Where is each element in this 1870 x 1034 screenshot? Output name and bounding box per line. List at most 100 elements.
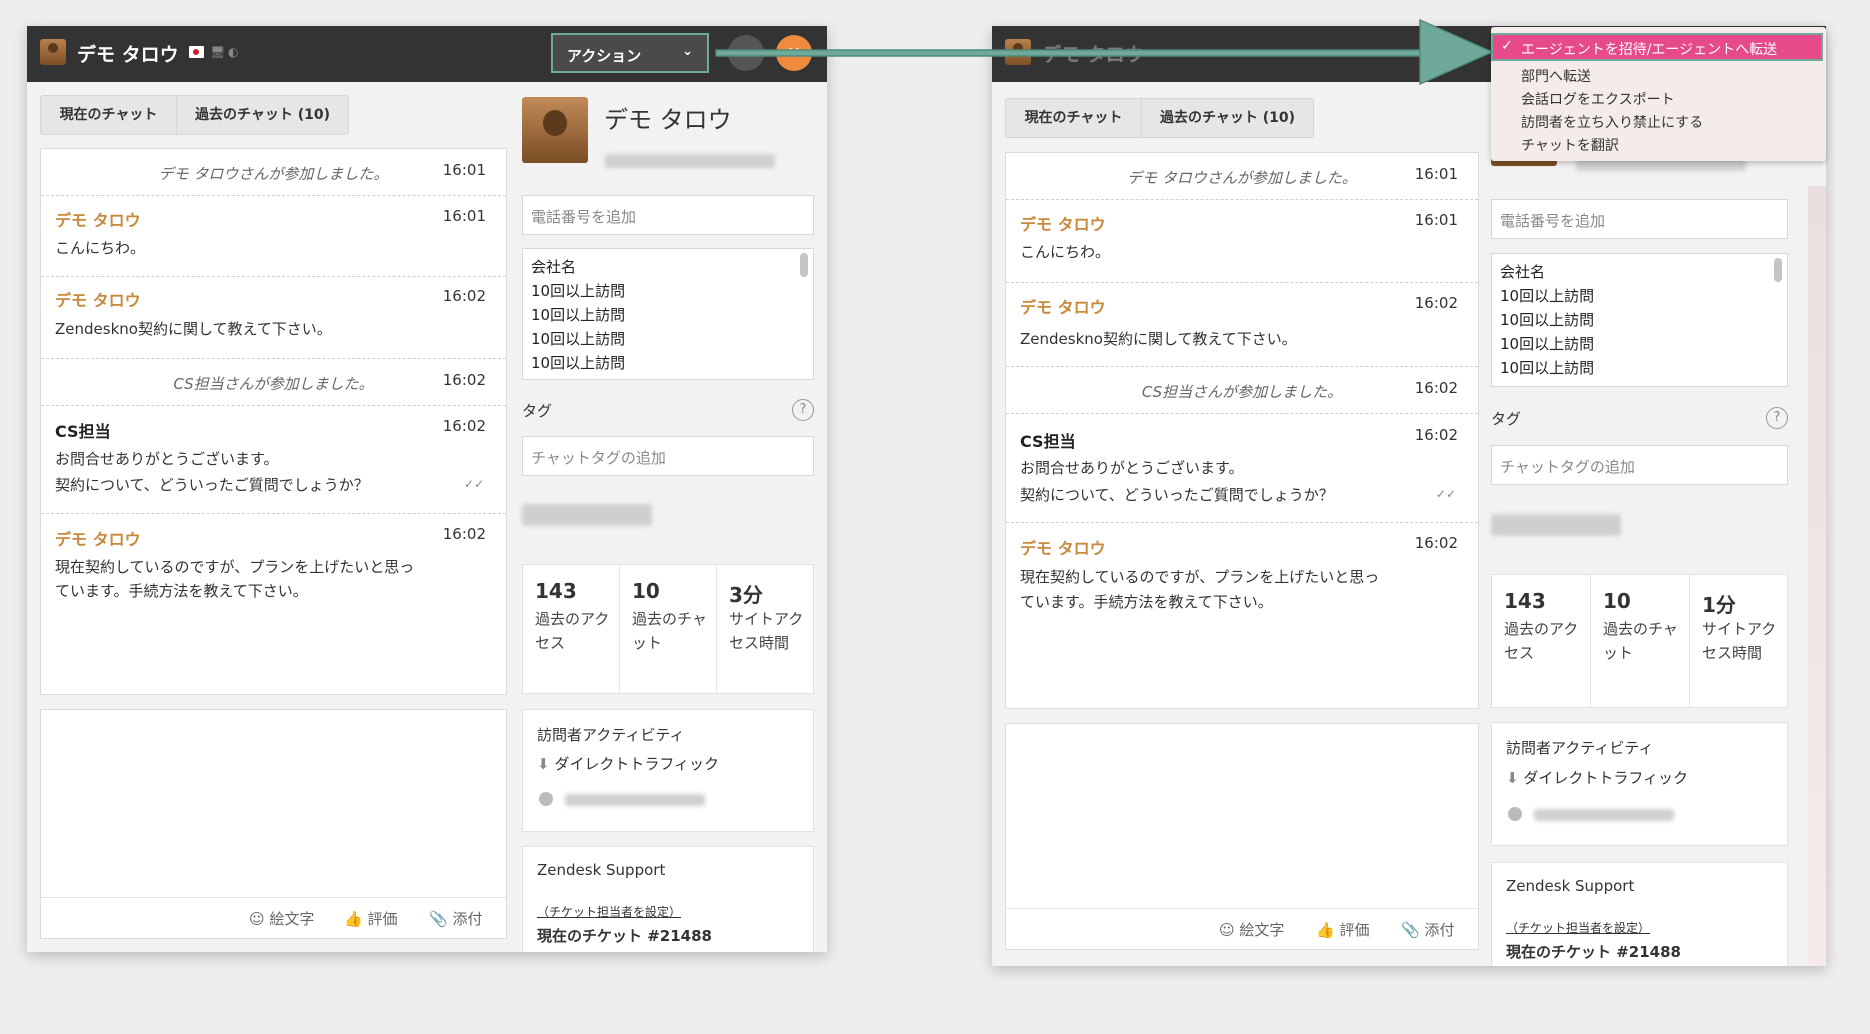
phone-field[interactable]: 電話番号を追加 <box>1491 199 1788 239</box>
paperclip-icon: 📎 <box>1401 921 1420 939</box>
attach-button[interactable]: 📎 添付 <box>1401 919 1454 940</box>
tab-current-chat[interactable]: 現在のチャット <box>1006 99 1142 137</box>
assign-link[interactable]: （チケット担当者を設定） <box>1506 919 1650 936</box>
menu-item-export-log[interactable]: 会話ログをエクスポート <box>1521 89 1675 109</box>
zendesk-panel: Zendesk Support （チケット担当者を設定） 現在のチケット #21… <box>522 846 814 952</box>
arrow-down-icon: ⬇ <box>1506 769 1519 787</box>
visitor-notes[interactable]: 会社名 10回以上訪問 10回以上訪問 10回以上訪問 10回以上訪問 <box>522 248 814 380</box>
chat-transcript: デモ タロウさんが参加しました。 16:01 デモ タロウ 16:01 こんにち… <box>1005 152 1479 709</box>
tag-field[interactable]: チャットタグの追加 <box>1491 445 1788 485</box>
tab-current-chat[interactable]: 現在のチャット <box>41 96 177 134</box>
message-input[interactable]: ☺ 絵文字 👍 評価 📎 添付 <box>40 709 507 939</box>
menu-item-transfer-department[interactable]: 部門へ転送 <box>1521 66 1591 86</box>
visitor-name-title: デモ タロウ <box>1042 44 1144 66</box>
tag-chip-blurred <box>1491 514 1621 536</box>
chat-message: デモ タロウ 16:01 こんにちわ。 <box>1006 200 1478 283</box>
tag-chip-blurred <box>522 504 652 526</box>
chat-window-right: デモ タロウ 現在のチャット 過去のチャット (10) デモ タロウさんが参加し… <box>992 26 1826 966</box>
input-toolbar: ☺ 絵文字 👍 評価 📎 添付 <box>1006 908 1478 949</box>
chat-window-left: デモ タロウ 🖥 ◐ アクション ⌄ ✕ 現在のチャット 過去のチャット (10… <box>27 26 827 952</box>
url-blurred <box>565 794 705 806</box>
chat-message: CS担当 16:02 お問合せありがとうございます。 契約について、どういったご… <box>41 406 506 514</box>
thumbs-up-icon: 👍 <box>344 910 363 928</box>
thumbs-up-icon: 👍 <box>1316 921 1335 939</box>
traffic-row: ⬇ ダイレクトトラフィック <box>1506 769 1689 787</box>
attach-button[interactable]: 📎 添付 <box>429 908 482 929</box>
notes-scrollbar[interactable] <box>800 253 808 277</box>
emoji-button[interactable]: ☺ 絵文字 <box>249 908 314 929</box>
visitor-name-title: デモ タロウ <box>77 44 179 66</box>
zendesk-panel: Zendesk Support （チケット担当者を設定） 現在のチケット #21… <box>1491 862 1788 966</box>
rate-button[interactable]: 👍 評価 <box>344 908 397 929</box>
visitor-avatar <box>522 97 588 163</box>
close-button[interactable]: ✕ <box>776 35 812 71</box>
tag-field[interactable]: チャットタグの追加 <box>522 436 814 476</box>
message-input[interactable]: ☺ 絵文字 👍 評価 📎 添付 <box>1005 723 1479 950</box>
visitor-avatar-small <box>40 39 66 65</box>
paperclip-icon: 📎 <box>429 910 448 928</box>
visitor-activity: 訪問者アクティビティ ⬇ ダイレクトトラフィック <box>522 709 814 832</box>
chat-message: デモ タロウ 16:01 こんにちわ。 <box>41 196 506 277</box>
tab-past-chats[interactable]: 過去のチャット (10) <box>177 96 348 134</box>
chat-tabs: 現在のチャット 過去のチャット (10) <box>1005 98 1314 138</box>
visitor-notes[interactable]: 会社名 10回以上訪問 10回以上訪問 10回以上訪問 10回以上訪問 <box>1491 253 1788 387</box>
visitor-activity: 訪問者アクティビティ ⬇ ダイレクトトラフィック <box>1491 722 1788 846</box>
menu-item-invite-agent[interactable]: ✓ エージェントを招待/エージェントへ転送 <box>1491 33 1823 61</box>
chevron-down-icon: ⌄ <box>682 44 693 59</box>
chat-message: デモ タロウ 16:02 現在契約しているのですが、プランを上げたいと思っ てい… <box>55 525 486 600</box>
visitor-email-blurred <box>605 154 775 168</box>
tag-label: タグ <box>522 402 553 420</box>
visitor-name-heading: デモ タロウ <box>604 106 732 134</box>
stat-time: 1分 サイトアクセス時間 <box>1702 593 1777 662</box>
action-menu: ✓ エージェントを招待/エージェントへ転送 部門へ転送 会話ログをエクスポート … <box>1491 27 1826 161</box>
system-message: CS担当さんが参加しました。 16:02 <box>41 359 506 406</box>
chat-message: CS担当 16:02 お問合せありがとうございます。 契約について、どういったご… <box>1006 414 1478 523</box>
system-message: デモ タロウさんが参加しました。 16:01 <box>41 149 506 196</box>
checkmark-icon: ✓ <box>1501 38 1513 54</box>
visitor-avatar-small <box>1005 39 1031 65</box>
help-icon[interactable]: ? <box>792 399 814 421</box>
tab-past-chats[interactable]: 過去のチャット (10) <box>1142 99 1313 137</box>
chat-message: デモ タロウ 16:02 Zendeskno契約に関して教えて下さい。 <box>41 277 506 359</box>
chat-message: デモ タロウ 16:02 Zendeskno契約に関して教えて下さい。 <box>1006 283 1478 367</box>
menu-item-ban-visitor[interactable]: 訪問者を立ち入り禁止にする <box>1521 112 1703 132</box>
smiley-icon: ☺ <box>249 910 265 928</box>
stat-time: 3分 サイトアクセス時間 <box>729 583 804 652</box>
desktop-icon: 🖥 <box>210 45 226 59</box>
window-edge-strip <box>1808 186 1826 966</box>
current-ticket[interactable]: 現在のチケット #21488 <box>1506 941 1681 962</box>
action-dropdown[interactable]: アクション ⌄ <box>551 33 709 73</box>
browser-icon: ◐ <box>228 45 239 59</box>
assign-link[interactable]: （チケット担当者を設定） <box>537 903 681 920</box>
system-message: デモ タロウさんが参加しました。 16:01 <box>1006 153 1478 200</box>
stat-chats: 10 過去のチャット <box>620 565 717 693</box>
title-bar: デモ タロウ 🖥 ◐ アクション ⌄ ✕ <box>27 26 827 82</box>
stat-chats: 10 過去のチャット <box>1591 575 1690 707</box>
japan-flag-icon <box>189 46 204 58</box>
menu-item-translate[interactable]: チャットを翻訳 <box>1521 135 1619 155</box>
read-check-icon: ✓✓ <box>1435 487 1456 501</box>
dot-icon <box>1508 807 1522 821</box>
minimize-button[interactable] <box>728 35 764 71</box>
stat-visits: 143 過去のアクセス <box>523 565 620 693</box>
notes-scrollbar[interactable] <box>1774 258 1782 282</box>
traffic-row: ⬇ ダイレクトトラフィック <box>537 755 720 773</box>
rate-button[interactable]: 👍 評価 <box>1316 919 1369 940</box>
emoji-button[interactable]: ☺ 絵文字 <box>1219 919 1284 940</box>
phone-field[interactable]: 電話番号を追加 <box>522 195 814 235</box>
tag-label: タグ <box>1491 410 1522 428</box>
stat-visits: 143 過去のアクセス <box>1492 575 1591 707</box>
visitor-stats: 143 過去のアクセス 10 過去のチャット 3分 サイトアクセス時間 <box>522 564 814 694</box>
action-label: アクション <box>567 47 642 65</box>
chat-transcript: デモ タロウさんが参加しました。 16:01 デモ タロウ 16:01 こんにち… <box>40 148 507 695</box>
url-blurred <box>1534 809 1674 821</box>
system-message: CS担当さんが参加しました。 16:02 <box>1006 367 1478 414</box>
chat-tabs: 現在のチャット 過去のチャット (10) <box>40 95 349 135</box>
help-icon[interactable]: ? <box>1766 407 1788 429</box>
arrow-down-icon: ⬇ <box>537 755 550 773</box>
current-ticket[interactable]: 現在のチケット #21488 <box>537 925 712 946</box>
chat-message: デモ タロウ 16:02 現在契約しているのですが、プランを上げたいと思っ てい… <box>1020 534 1458 611</box>
smiley-icon: ☺ <box>1219 921 1235 939</box>
dot-icon <box>539 792 553 806</box>
read-check-icon: ✓✓ <box>463 477 484 491</box>
